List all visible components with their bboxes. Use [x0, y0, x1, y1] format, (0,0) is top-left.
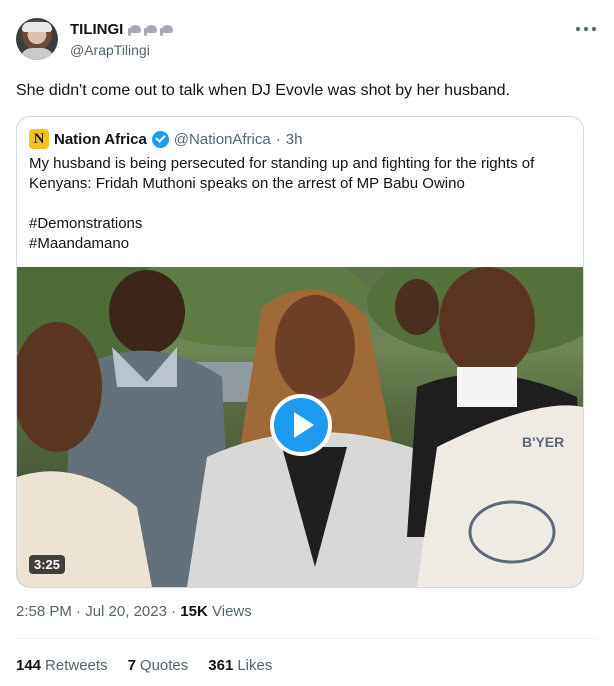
quoted-text: My husband is being persecuted for stand…	[29, 155, 535, 192]
video-player[interactable]: B'YER 3:25	[17, 267, 583, 587]
separator-dot: ·	[76, 603, 82, 620]
name-emoji-badges	[128, 24, 175, 36]
author-name-text: TILINGI	[70, 21, 124, 38]
verified-badge-icon	[151, 130, 169, 148]
retweets-link[interactable]: 144 Retweets	[16, 657, 108, 674]
tweet-text: She didn't come out to talk when DJ Evov…	[16, 82, 510, 99]
elephant-icon	[144, 24, 159, 36]
likes-count: 361	[208, 657, 234, 674]
shirt-print-text: B'YER	[522, 434, 564, 450]
retweets-label: Retweets	[45, 657, 108, 674]
tweet-date[interactable]: Jul 20, 2023	[85, 603, 167, 620]
nation-africa-logo-icon: N	[29, 129, 49, 149]
tweet-time[interactable]: 2:58 PM	[16, 603, 72, 620]
play-button[interactable]	[270, 394, 332, 456]
quoted-author-handle[interactable]: @NationAfrica	[174, 131, 271, 148]
retweets-count: 144	[16, 657, 42, 674]
quotes-label: Quotes	[139, 657, 189, 674]
tweet-timestamp: 2:58 PM · Jul 20, 2023 · 15K Views	[16, 603, 252, 620]
more-options-icon[interactable]	[576, 22, 596, 36]
likes-link[interactable]: 361 Likes	[208, 657, 272, 674]
quotes-link[interactable]: 7 Quotes	[128, 657, 189, 674]
engagement-stats: 144 Retweets 7 Quotes 361 Likes	[16, 657, 272, 674]
author-avatar[interactable]	[16, 18, 58, 60]
quoted-author-name[interactable]: Nation Africa	[54, 131, 147, 148]
quoted-tweet-card[interactable]: N Nation Africa @NationAfrica · 3h My hu…	[16, 116, 584, 588]
likes-label: Likes	[237, 657, 273, 674]
quoted-tweet-header: N Nation Africa @NationAfrica · 3h	[29, 129, 302, 149]
separator-dot: ·	[171, 603, 177, 620]
elephant-icon	[128, 24, 143, 36]
views-count: 15K	[180, 603, 208, 620]
hashtag-link[interactable]: #Demonstrations	[29, 214, 574, 234]
quotes-count: 7	[127, 657, 136, 674]
divider	[16, 638, 598, 639]
elephant-icon	[160, 24, 175, 36]
quoted-timestamp[interactable]: 3h	[286, 131, 303, 148]
author-display-name[interactable]: TILINGI	[70, 21, 175, 38]
separator-dot: ·	[275, 130, 281, 148]
video-duration-badge: 3:25	[29, 555, 66, 574]
author-handle[interactable]: @ArapTilingi	[70, 42, 150, 58]
views-label: Views	[212, 603, 252, 620]
hashtag-link[interactable]: #Maandamano	[29, 234, 574, 254]
quoted-tweet-text: My husband is being persecuted for stand…	[29, 154, 574, 254]
